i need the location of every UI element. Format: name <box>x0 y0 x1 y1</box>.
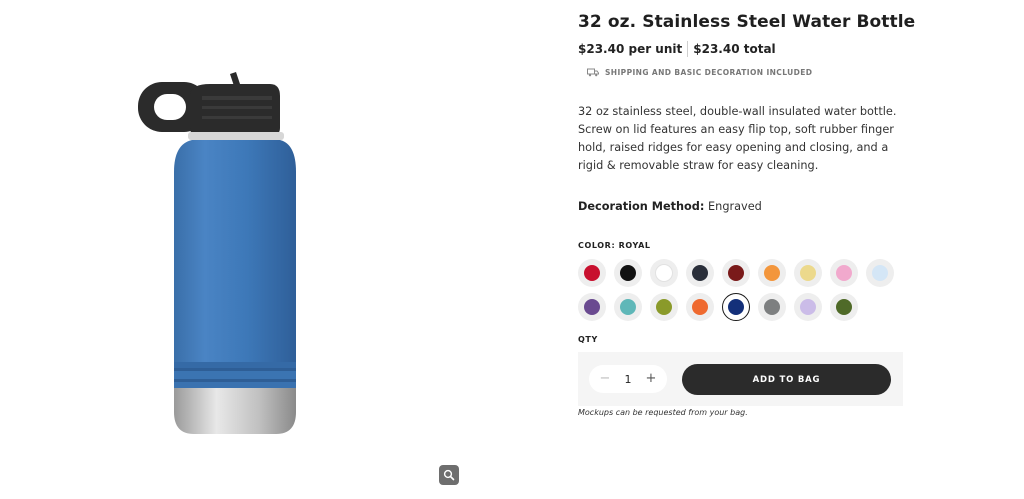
color-swatch[interactable] <box>686 259 714 287</box>
product-image <box>138 72 296 434</box>
color-swatch-dot <box>692 265 708 281</box>
increment-button[interactable]: + <box>643 371 659 387</box>
color-swatch-dot <box>656 299 672 315</box>
shipping-note: SHIPPING AND BASIC DECORATION INCLUDED <box>587 68 812 77</box>
color-swatch-dot <box>692 299 708 315</box>
color-swatch[interactable] <box>686 293 714 321</box>
truck-icon <box>587 68 599 77</box>
mockup-note: Mockups can be requested from your bag. <box>578 408 748 417</box>
color-swatch[interactable] <box>722 259 750 287</box>
color-swatch-dot <box>620 299 636 315</box>
magnifier-icon <box>443 469 455 481</box>
color-swatch-dot <box>800 299 816 315</box>
color-swatch-dot <box>836 265 852 281</box>
color-swatch-dot <box>728 265 744 281</box>
color-swatch[interactable] <box>614 259 642 287</box>
shipping-text: SHIPPING AND BASIC DECORATION INCLUDED <box>605 68 813 77</box>
price-per-unit: $23.40 per unit <box>578 42 683 56</box>
quantity-stepper[interactable]: − 1 + <box>589 365 667 393</box>
color-swatch[interactable] <box>578 293 606 321</box>
color-swatch-dot <box>620 265 636 281</box>
color-swatch[interactable] <box>578 259 606 287</box>
quantity-value[interactable]: 1 <box>625 373 632 386</box>
price-row: $23.40 per unit $23.40 total <box>578 41 776 57</box>
decoration-value: Engraved <box>708 200 762 213</box>
color-label: COLOR: ROYAL <box>578 241 651 250</box>
color-swatch-dot <box>728 299 744 315</box>
color-swatch-dot <box>584 299 600 315</box>
add-to-bag-panel: − 1 + ADD TO BAG <box>578 352 903 406</box>
decoration-method: Decoration Method: Engraved <box>578 200 762 213</box>
color-swatch-dot <box>655 264 673 282</box>
color-swatch[interactable] <box>722 293 750 321</box>
swatch-row <box>578 259 908 287</box>
color-swatch-dot <box>836 299 852 315</box>
decrement-button[interactable]: − <box>597 371 613 387</box>
swatch-row <box>578 293 908 321</box>
color-swatch-dot <box>764 299 780 315</box>
color-swatch-dot <box>872 265 888 281</box>
color-swatch[interactable] <box>830 293 858 321</box>
color-swatch[interactable] <box>758 259 786 287</box>
decoration-label: Decoration Method: <box>578 200 705 213</box>
price-divider <box>687 41 689 57</box>
product-gallery <box>0 0 560 499</box>
zoom-button[interactable] <box>439 465 459 485</box>
color-swatch[interactable] <box>794 259 822 287</box>
color-swatch-dot <box>584 265 600 281</box>
color-swatch[interactable] <box>794 293 822 321</box>
product-title: 32 oz. Stainless Steel Water Bottle <box>578 12 916 32</box>
color-swatch-dot <box>764 265 780 281</box>
color-swatch[interactable] <box>830 259 858 287</box>
price-total: $23.40 total <box>693 42 776 56</box>
color-swatches <box>578 259 908 327</box>
color-swatch-dot <box>800 265 816 281</box>
color-swatch[interactable] <box>866 259 894 287</box>
add-to-bag-button[interactable]: ADD TO BAG <box>682 364 891 395</box>
color-swatch[interactable] <box>758 293 786 321</box>
color-swatch[interactable] <box>650 293 678 321</box>
color-swatch[interactable] <box>614 293 642 321</box>
color-swatch[interactable] <box>650 259 678 287</box>
qty-label: QTY <box>578 335 598 344</box>
product-description: 32 oz stainless steel, double-wall insul… <box>578 105 897 172</box>
